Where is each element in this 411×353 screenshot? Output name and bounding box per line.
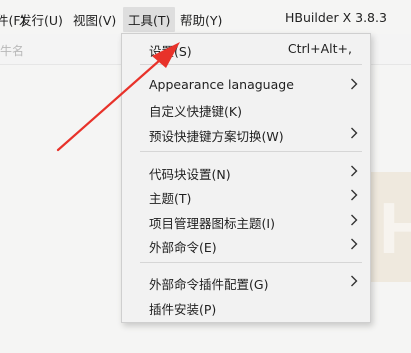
menu-item-shortcut-scheme[interactable]: 预设快捷键方案切换(W) <box>122 122 370 144</box>
chevron-right-icon <box>351 238 358 250</box>
app-title: HBuilder X 3.8.3 <box>285 10 387 25</box>
chevron-right-icon <box>351 165 358 177</box>
tools-dropdown-menu: 设置(S) Ctrl+Alt+, Appearance lanaguage 自定… <box>121 33 371 323</box>
menu-item-plugin-install[interactable]: 插件安装(P) <box>122 295 370 317</box>
chevron-right-icon <box>351 78 358 90</box>
menu-bar: 件(F) 发行(U) 视图(V) 工具(T) 帮助(Y) HBuilder X … <box>0 0 411 34</box>
menu-item-label: 主题(T) <box>149 191 192 206</box>
chevron-right-icon <box>351 127 358 139</box>
menu-item-external-plugin-config[interactable]: 外部命令插件配置(G) <box>122 270 370 292</box>
menu-item-label: 外部命令(E) <box>149 240 217 255</box>
menu-item-shortcut: Ctrl+Alt+, <box>287 41 352 56</box>
menu-item-external-commands[interactable]: 外部命令(E) <box>122 233 370 255</box>
menu-item-label: 自定义快捷键(K) <box>149 104 242 119</box>
chevron-right-icon <box>351 275 358 287</box>
menu-separator <box>140 64 362 65</box>
menu-item-snippet-settings[interactable]: 代码块设置(N) <box>122 160 370 182</box>
menu-item-appearance-language[interactable]: Appearance lanaguage <box>122 73 370 95</box>
menu-item-label: 预设快捷键方案切换(W) <box>149 129 284 144</box>
menu-tools[interactable]: 工具(T) <box>123 7 176 32</box>
menu-publish[interactable]: 发行(U) <box>19 10 63 29</box>
menu-item-label: 项目管理器图标主题(I) <box>149 216 275 231</box>
menu-separator <box>140 151 362 152</box>
menu-item-label: 外部命令插件配置(G) <box>149 277 269 292</box>
menu-item-label: Appearance lanaguage <box>149 77 294 92</box>
menu-view[interactable]: 视图(V) <box>73 10 116 29</box>
menu-item-settings[interactable]: 设置(S) Ctrl+Alt+, <box>122 37 370 59</box>
menu-item-custom-shortcuts[interactable]: 自定义快捷键(K) <box>122 97 370 119</box>
tab-label[interactable]: 牛名 <box>0 42 24 59</box>
chevron-right-icon <box>351 214 358 226</box>
chevron-right-icon <box>351 189 358 201</box>
menu-item-project-icon-theme[interactable]: 项目管理器图标主题(I) <box>122 209 370 231</box>
menu-item-label: 插件安装(P) <box>149 302 217 317</box>
menu-item-label: 设置(S) <box>149 44 192 59</box>
menu-item-label: 代码块设置(N) <box>149 167 231 182</box>
menu-separator <box>140 262 362 263</box>
menu-item-theme[interactable]: 主题(T) <box>122 184 370 206</box>
menu-help[interactable]: 帮助(Y) <box>180 10 222 29</box>
